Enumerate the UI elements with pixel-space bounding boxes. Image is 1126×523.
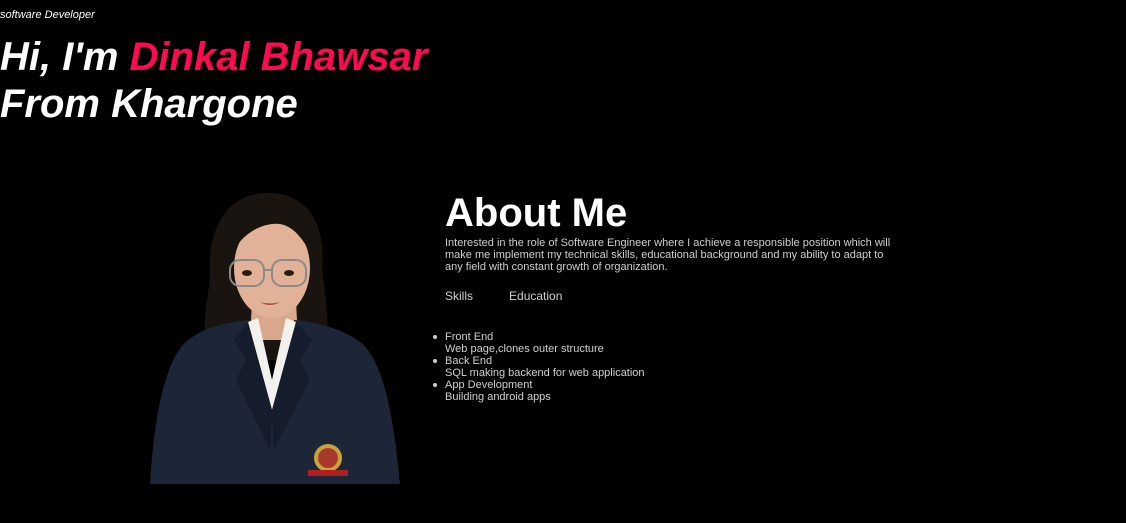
skill-description: Building android apps [445,391,551,403]
about-description: Interested in the role of Software Engin… [445,237,891,273]
skill-title: App Development [445,379,533,391]
greeting-text: Hi, I'm [0,35,130,79]
hero-headline: Hi, I'm Dinkal Bhawsar From Khargone [0,34,427,128]
skills-list: Front End Web page,clones outer structur… [433,331,905,403]
profile-photo-illustration [150,192,400,484]
skill-title: Front End [445,331,494,343]
about-tabs: Skills Education [445,289,905,303]
skill-item-back-end: Back End SQL making backend for web appl… [433,355,905,379]
location-text: From Khargone [0,82,298,126]
skill-description: SQL making backend for web application [445,367,645,379]
role-subtitle: software Developer [0,9,95,21]
skill-title: Back End [445,355,493,367]
skill-item-front-end: Front End Web page,clones outer structur… [433,331,905,355]
name-highlight: Dinkal Bhawsar [129,35,428,79]
skill-description: Web page,clones outer structure [445,343,604,355]
profile-photo [148,190,404,484]
about-heading: About Me [445,191,628,235]
skill-item-app-development: App Development Building android apps [433,379,905,403]
tab-education[interactable]: Education [509,289,562,303]
about-section: About Me Interested in the role of Softw… [433,190,905,403]
tab-skills[interactable]: Skills [445,289,473,303]
